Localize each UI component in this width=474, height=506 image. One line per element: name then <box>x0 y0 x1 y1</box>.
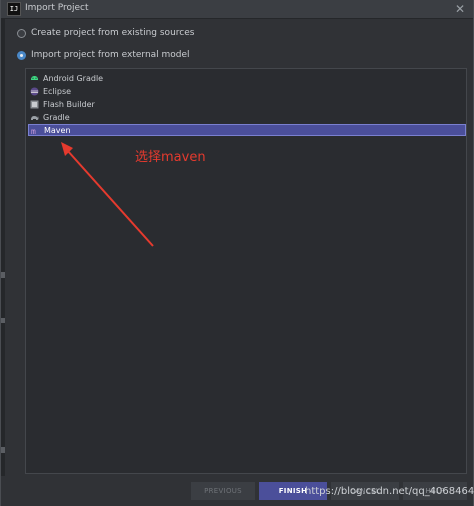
option-label: Create project from existing sources <box>31 28 195 38</box>
list-item-gradle[interactable]: Gradle <box>28 111 466 123</box>
list-item-label: Maven <box>44 125 71 135</box>
list-item-eclipse[interactable]: Eclipse <box>28 85 466 97</box>
window-title: Import Project <box>25 3 89 13</box>
intellij-app-icon: IJ <box>7 2 21 16</box>
close-icon[interactable]: ✕ <box>455 1 465 17</box>
svg-text:m: m <box>31 127 36 135</box>
annotation-text: 选择maven <box>135 150 206 165</box>
left-edge-mark <box>1 272 5 278</box>
radio-create-from-sources[interactable] <box>17 28 26 38</box>
eclipse-icon <box>30 87 39 96</box>
list-item-label: Gradle <box>43 112 70 122</box>
left-edge-mark <box>1 447 5 453</box>
list-item-label: Flash Builder <box>43 99 95 109</box>
list-item-label: Android Gradle <box>43 73 104 83</box>
list-item-android-gradle[interactable]: Android Gradle <box>28 72 466 84</box>
previous-button[interactable]: PREVIOUS <box>191 482 255 500</box>
android-icon <box>30 74 39 83</box>
radio-import-external-model[interactable] <box>17 50 26 60</box>
option-label: Import project from external model <box>31 50 190 60</box>
maven-icon: m <box>31 126 40 135</box>
external-model-list[interactable]: Android Gradle Eclipse Flash Builder Gra… <box>25 68 467 474</box>
flash-builder-icon <box>30 100 39 109</box>
option-import-external-model[interactable]: Import project from external model <box>17 50 190 60</box>
list-item-label: Eclipse <box>43 86 72 96</box>
title-bar[interactable]: IJ Import Project ✕ <box>1 0 473 19</box>
gradle-icon <box>30 113 39 122</box>
list-item-flash-builder[interactable]: Flash Builder <box>28 98 466 110</box>
import-project-dialog: IJ Import Project ✕ Create project from … <box>0 0 474 506</box>
option-create-from-sources[interactable]: Create project from existing sources <box>17 28 194 38</box>
left-edge-mark <box>1 318 5 323</box>
left-edge-strip <box>1 0 5 506</box>
watermark-url: https://blog.csdn.net/qq_40684649 <box>305 486 474 497</box>
list-item-maven[interactable]: m Maven <box>28 124 466 136</box>
